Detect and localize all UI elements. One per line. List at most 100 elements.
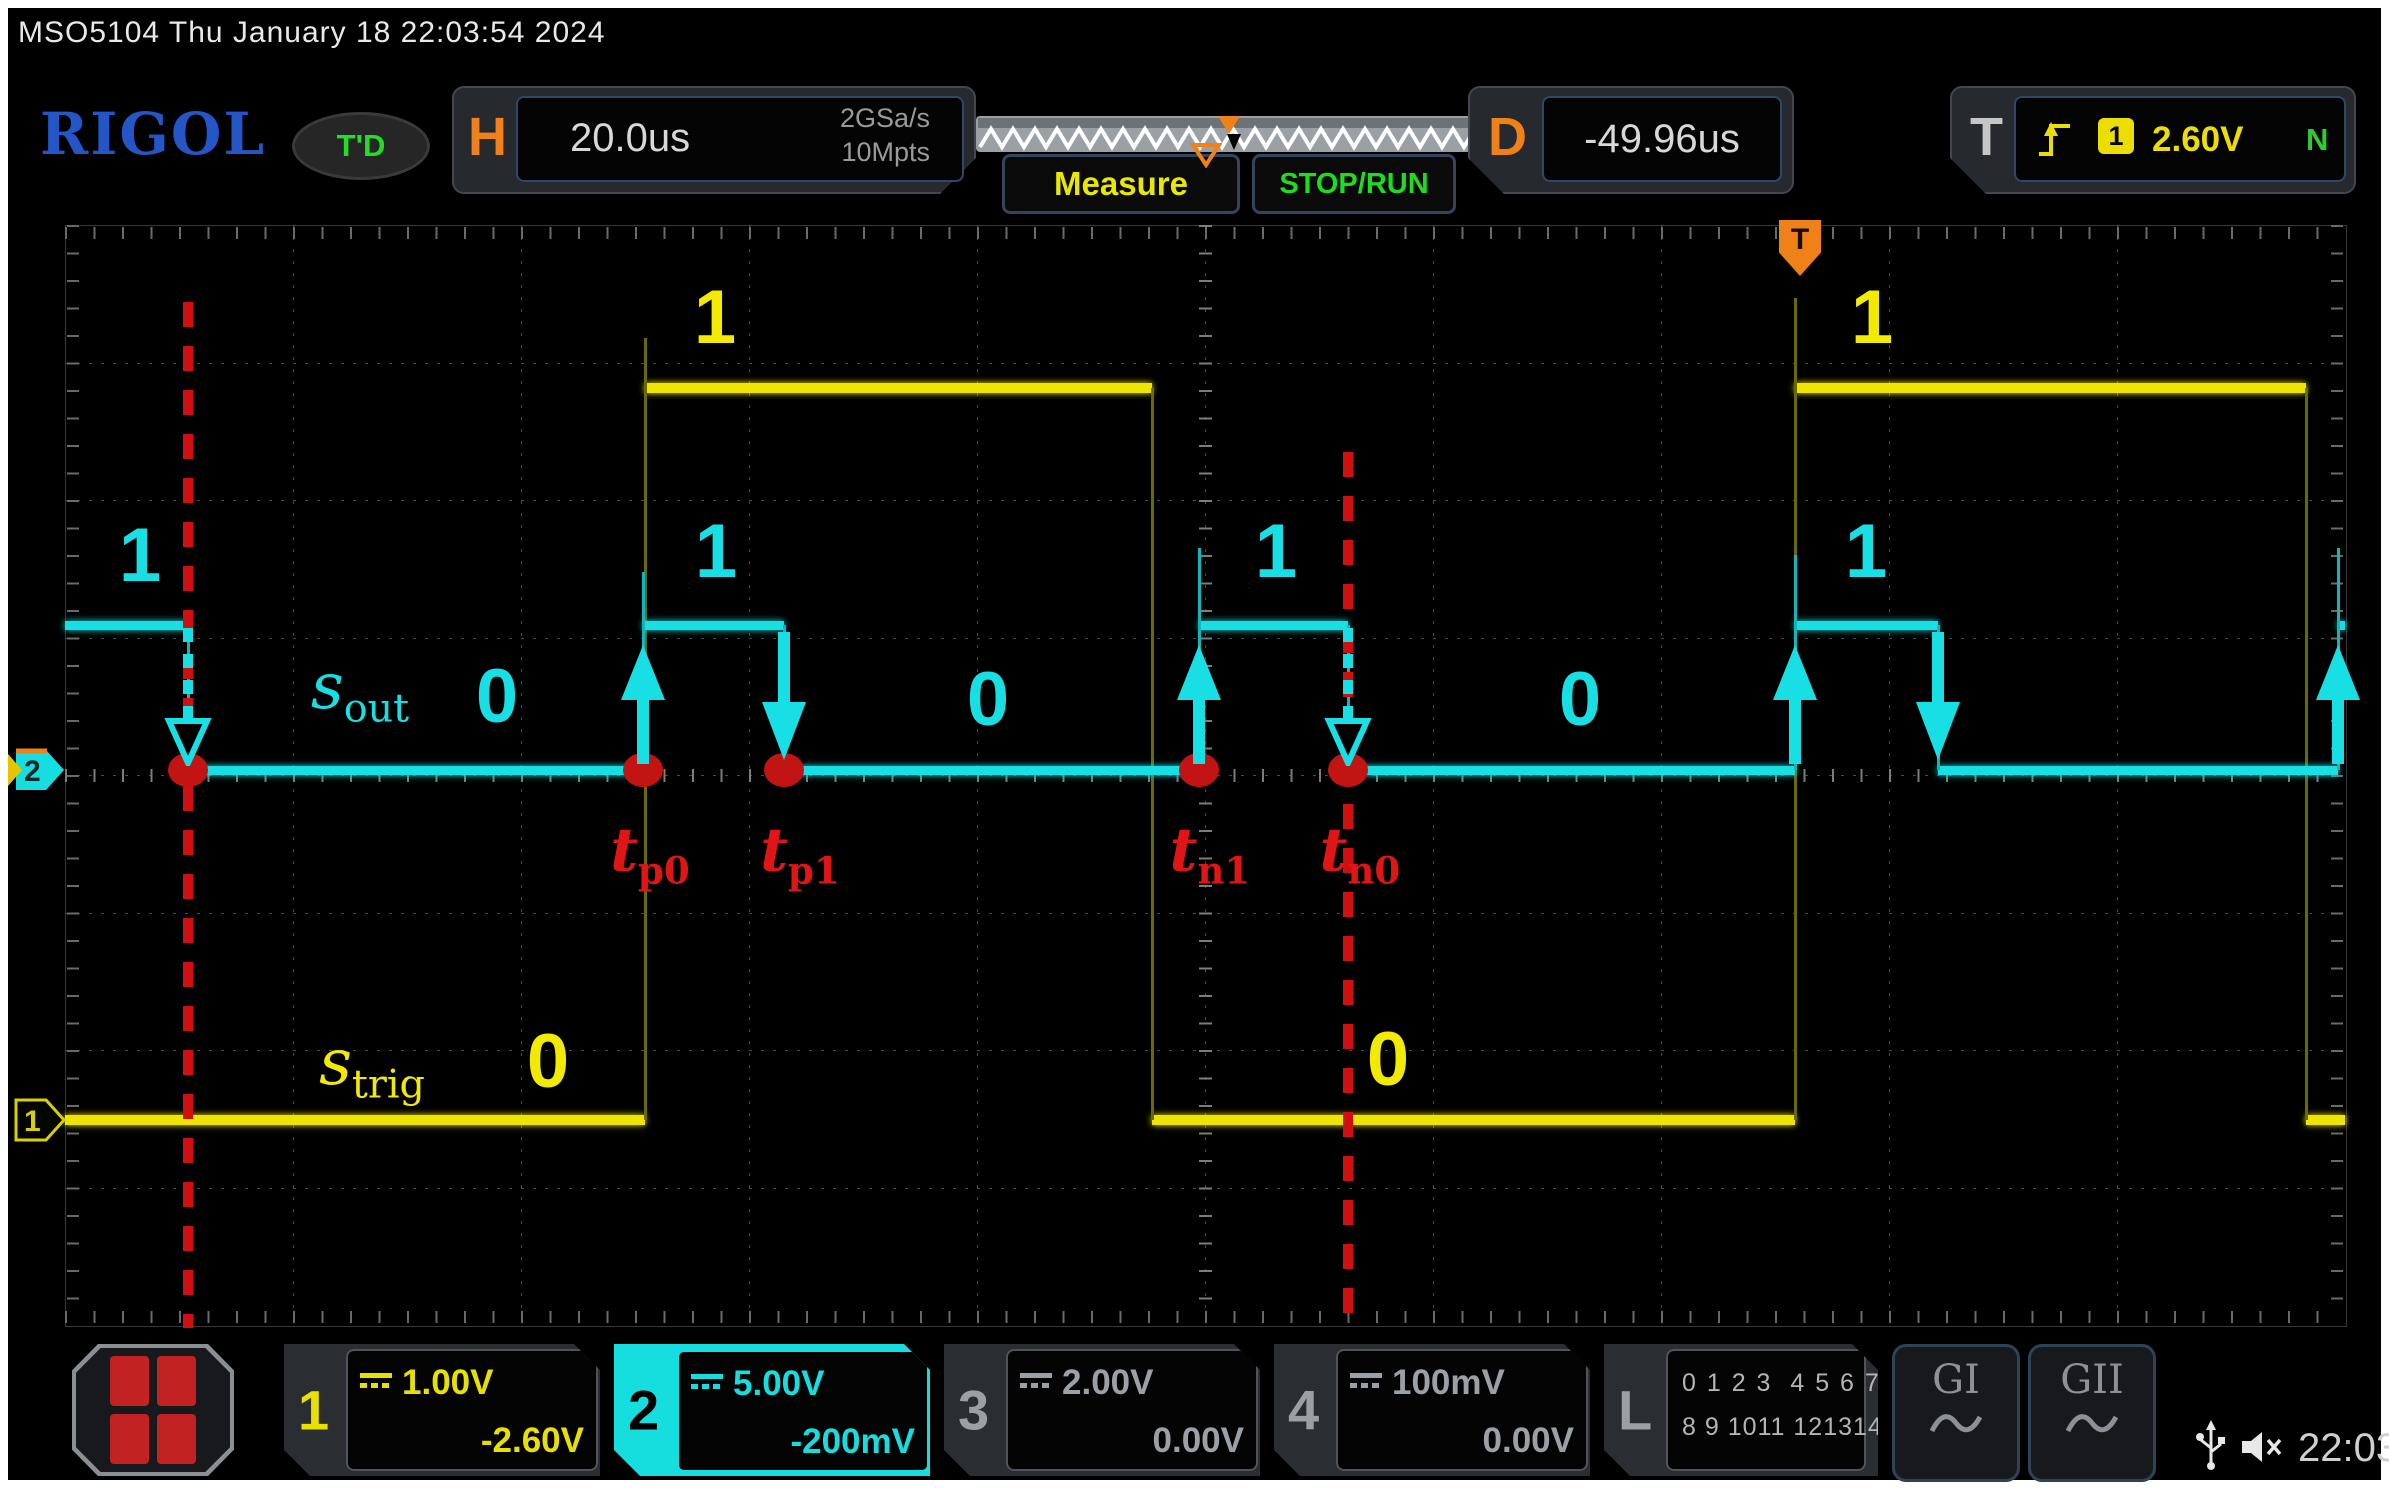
channel-settings-panel: 1.00V -2.60V (346, 1349, 598, 1471)
trace-s_trig-segment (2306, 1115, 2345, 1125)
time-point-label: tn1 (1170, 820, 1251, 889)
trace-s_trig-segment (645, 383, 1152, 393)
trace-s_trig-spike (644, 338, 647, 390)
trace-s_trig-spike (1794, 298, 1797, 390)
channel-scale: 1.00V (402, 1363, 493, 1403)
time-point-label: tp0 (610, 820, 690, 889)
dc-coupling-icon (691, 1374, 723, 1389)
channel-offset: -2.60V (481, 1421, 584, 1461)
transition-arrow-shaft (778, 632, 790, 702)
trace-s_out-segment (188, 766, 643, 775)
trigger-level-arrow-icon (8, 754, 24, 786)
trace-s_trig-segment (65, 1115, 645, 1125)
logic-channels-row1: 0 1 2 3 4 5 6 7 (1682, 1369, 1881, 1398)
trace-s_out-segment (1199, 621, 1348, 630)
top-edge-ticks (65, 227, 2345, 239)
trace-s_out-segment (784, 766, 1199, 775)
speaker-muted-icon (2240, 1428, 2288, 1466)
transition-arrow-head-up (1177, 645, 1221, 700)
channel-settings-panel: 5.00V -200mV (676, 1349, 930, 1473)
trace-s_out-segment (643, 621, 784, 630)
channel4-chip[interactable]: 4 100mV 0.00V (1274, 1344, 1590, 1476)
channel-offset: 0.00V (1153, 1421, 1244, 1461)
trace-s_trig-segment (1152, 1115, 1795, 1125)
time-point-label: tp1 (760, 820, 840, 889)
transition-arrow-shaft (1932, 632, 1944, 702)
transition-arrow-head-up (2316, 645, 2360, 700)
trace-s_out-spike (2337, 548, 2340, 625)
generator1-label: GI (1895, 1357, 2017, 1403)
channel-number: 2 (628, 1378, 659, 1443)
red-dashed-cursor (183, 302, 193, 1328)
left-edge-ticks (67, 225, 79, 1325)
transition-arrow-shaft (2332, 700, 2344, 764)
channel-settings-panel: 2.00V0.00V (1006, 1349, 1258, 1471)
trace-s_trig-edge (1151, 388, 1154, 1120)
channel-scale: 100mV (1392, 1363, 1505, 1403)
transition-arrow-head-up (621, 645, 665, 700)
binary-state-label: 0 (527, 1024, 569, 1100)
transition-arrow-head-down (762, 702, 806, 760)
svg-text:2: 2 (24, 755, 41, 788)
transition-arrow-shaft (637, 700, 649, 764)
bottom-edge-ticks (65, 1311, 2345, 1323)
channel-settings-panel: 100mV 0.00V (1336, 1349, 1588, 1471)
trace-s_out-spike (642, 572, 645, 625)
transition-arrow-shaft (1193, 700, 1205, 764)
channel-offset: -200mV (790, 1422, 915, 1462)
binary-state-label: 0 (1559, 662, 1601, 738)
binary-state-label: 0 (476, 659, 518, 735)
trace-s_trig-segment (1795, 383, 2306, 393)
trigger-position-triangle-icon (1190, 142, 1222, 168)
generator1-chip[interactable]: GI (1892, 1344, 2020, 1482)
trace-s_out-spike (1198, 548, 1201, 625)
binary-state-label: 1 (694, 280, 736, 356)
binary-state-label: 0 (967, 662, 1009, 738)
generator2-chip[interactable]: GII (2028, 1344, 2156, 1482)
dc-coupling-icon (1020, 1373, 1052, 1388)
hollow-arrow-shaft (1343, 628, 1353, 718)
hollow-arrow-head-down (164, 718, 212, 766)
binary-state-label: 0 (1367, 1022, 1409, 1098)
trace-s_trig-edge (2305, 388, 2308, 1120)
right-edge-ticks (2331, 225, 2343, 1325)
four-squares-icon (110, 1356, 196, 1464)
channel-number: 1 (298, 1378, 329, 1443)
channel2-chip[interactable]: 2 5.00V -200mV (614, 1344, 930, 1476)
sine-icon (2064, 1405, 2120, 1439)
binary-state-label: 1 (1845, 514, 1887, 590)
logic-label: L (1618, 1378, 1652, 1443)
binary-state-label: 1 (1255, 514, 1297, 590)
logic-analyzer-chip[interactable]: L 0 1 2 3 4 5 6 7 8 9 1011 12131415 (1604, 1344, 1878, 1476)
trace-s_out-segment (1938, 766, 2338, 775)
menu-button[interactable] (72, 1344, 234, 1476)
channel-scale: 2.00V (1062, 1363, 1153, 1403)
transition-arrow-head-up (1773, 645, 1817, 700)
signal-name-label: sout (311, 655, 409, 729)
trace-s_out-segment (65, 621, 188, 630)
transition-arrow-shaft (1789, 700, 1801, 764)
hollow-arrow-shaft (183, 628, 193, 718)
svg-text:1: 1 (24, 1105, 41, 1138)
transition-arrow-head-down (1916, 702, 1960, 760)
generator2-label: GII (2031, 1357, 2153, 1403)
binary-state-label: 1 (119, 518, 161, 594)
usb-icon (2196, 1420, 2226, 1470)
dc-coupling-icon (1350, 1373, 1382, 1388)
channel-offset: 0.00V (1483, 1421, 1574, 1461)
channel3-chip[interactable]: 32.00V0.00V (944, 1344, 1260, 1476)
hollow-arrow-head-down (1324, 718, 1372, 766)
channel-number: 4 (1288, 1378, 1319, 1443)
signal-name-label: strig (319, 1031, 425, 1105)
time-point-label: tn0 (1320, 820, 1401, 889)
waveform-display-area: 11110001100soutstrigtp0tp1tn1tn0T (0, 0, 2389, 1488)
trace-s_out-spike (1794, 555, 1797, 625)
channel1-chip[interactable]: 1 1.00V -2.60V (284, 1344, 600, 1476)
trace-s_out-segment (1348, 766, 1795, 775)
trace-s_out-segment (1795, 621, 1938, 630)
binary-state-label: 1 (1851, 280, 1893, 356)
channel-scale: 5.00V (733, 1364, 824, 1404)
dc-coupling-icon (360, 1373, 392, 1388)
binary-state-label: 1 (695, 514, 737, 590)
channel1-position-tag[interactable]: 1 (14, 1096, 66, 1144)
